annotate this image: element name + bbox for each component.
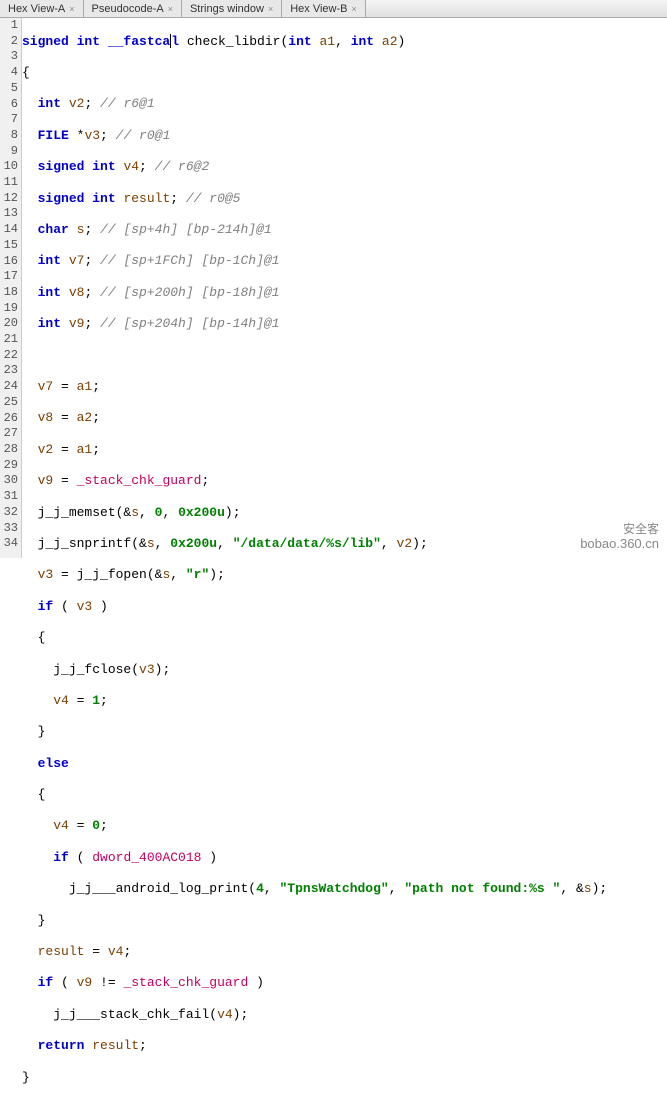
watermark-url: bobao.360.cn bbox=[580, 536, 659, 552]
close-icon[interactable]: × bbox=[168, 4, 173, 14]
line-number: 10 bbox=[0, 159, 18, 175]
code-line: int v9; // [sp+204h] [bp-14h]@1 bbox=[22, 316, 667, 332]
line-number: 7 bbox=[0, 112, 18, 128]
code-line: signed int __fastcal check_libdir(int a1… bbox=[22, 34, 667, 50]
line-number: 4 bbox=[0, 65, 18, 81]
line-number: 22 bbox=[0, 348, 18, 364]
code-line: j_j___android_log_print(4, "TpnsWatchdog… bbox=[22, 881, 667, 897]
tab-label: Pseudocode-A bbox=[92, 3, 164, 15]
line-number: 9 bbox=[0, 144, 18, 160]
code-line: v4 = 1; bbox=[22, 693, 667, 709]
line-number: 23 bbox=[0, 363, 18, 379]
line-number-gutter: 1234567891011121314151617181920212223242… bbox=[0, 18, 22, 558]
tab-hex-a[interactable]: Hex View-A × bbox=[0, 0, 84, 17]
text-caret bbox=[170, 34, 171, 48]
code-line: v8 = a2; bbox=[22, 410, 667, 426]
code-line: { bbox=[22, 630, 667, 646]
line-number: 28 bbox=[0, 442, 18, 458]
line-number: 29 bbox=[0, 458, 18, 474]
tab-hex-b[interactable]: Hex View-B × bbox=[282, 0, 366, 17]
watermark: 安全客 bobao.360.cn bbox=[580, 522, 659, 552]
line-number: 14 bbox=[0, 222, 18, 238]
line-number: 30 bbox=[0, 473, 18, 489]
line-number: 15 bbox=[0, 238, 18, 254]
code-line: signed int v4; // r6@2 bbox=[22, 159, 667, 175]
code-line: { bbox=[22, 787, 667, 803]
code-line: if ( v9 != _stack_chk_guard ) bbox=[22, 975, 667, 991]
line-number: 13 bbox=[0, 206, 18, 222]
code-line: v3 = j_j_fopen(&s, "r"); bbox=[22, 567, 667, 583]
line-number: 32 bbox=[0, 505, 18, 521]
line-number: 25 bbox=[0, 395, 18, 411]
line-number: 2 bbox=[0, 34, 18, 50]
close-icon[interactable]: × bbox=[351, 4, 356, 14]
line-number: 31 bbox=[0, 489, 18, 505]
code-editor[interactable]: signed int __fastcal check_libdir(int a1… bbox=[22, 18, 667, 558]
line-number: 3 bbox=[0, 49, 18, 65]
tab-pseudocode-a[interactable]: Pseudocode-A × bbox=[84, 0, 182, 17]
code-line: } bbox=[22, 913, 667, 929]
code-line: v4 = 0; bbox=[22, 818, 667, 834]
line-number: 34 bbox=[0, 536, 18, 552]
line-number: 19 bbox=[0, 301, 18, 317]
code-line: j_j_fclose(v3); bbox=[22, 662, 667, 678]
line-number: 21 bbox=[0, 332, 18, 348]
close-icon[interactable]: × bbox=[268, 4, 273, 14]
line-number: 18 bbox=[0, 285, 18, 301]
code-line: int v2; // r6@1 bbox=[22, 96, 667, 112]
tab-strings[interactable]: Strings window × bbox=[182, 0, 282, 17]
watermark-text: 安全客 bbox=[580, 522, 659, 536]
code-line: return result; bbox=[22, 1038, 667, 1054]
code-line: } bbox=[22, 1070, 667, 1086]
code-line: result = v4; bbox=[22, 944, 667, 960]
line-number: 33 bbox=[0, 521, 18, 537]
line-number: 26 bbox=[0, 411, 18, 427]
line-number: 27 bbox=[0, 426, 18, 442]
tab-label: Strings window bbox=[190, 3, 264, 15]
code-line: j_j___stack_chk_fail(v4); bbox=[22, 1007, 667, 1023]
line-number: 8 bbox=[0, 128, 18, 144]
code-line: int v8; // [sp+200h] [bp-18h]@1 bbox=[22, 285, 667, 301]
code-line: FILE *v3; // r0@1 bbox=[22, 128, 667, 144]
line-number: 17 bbox=[0, 269, 18, 285]
code-line bbox=[22, 348, 667, 364]
line-number: 12 bbox=[0, 191, 18, 207]
code-line: } bbox=[22, 724, 667, 740]
tab-bar: Hex View-A × Pseudocode-A × Strings window… bbox=[0, 0, 667, 18]
tab-label: Hex View-B bbox=[290, 3, 347, 15]
line-number: 16 bbox=[0, 254, 18, 270]
code-line: else bbox=[22, 756, 667, 772]
line-number: 20 bbox=[0, 316, 18, 332]
line-number: 1 bbox=[0, 18, 18, 34]
code-line: { bbox=[22, 65, 667, 81]
line-number: 11 bbox=[0, 175, 18, 191]
code-line: char s; // [sp+4h] [bp-214h]@1 bbox=[22, 222, 667, 238]
code-line: if ( dword_400AC018 ) bbox=[22, 850, 667, 866]
code-line: v7 = a1; bbox=[22, 379, 667, 395]
code-line: v2 = a1; bbox=[22, 442, 667, 458]
line-number: 5 bbox=[0, 81, 18, 97]
code-line: j_j_snprintf(&s, 0x200u, "/data/data/%s/… bbox=[22, 536, 667, 552]
tab-label: Hex View-A bbox=[8, 3, 65, 15]
line-number: 6 bbox=[0, 97, 18, 113]
line-number: 24 bbox=[0, 379, 18, 395]
code-line: v9 = _stack_chk_guard; bbox=[22, 473, 667, 489]
code-line: if ( v3 ) bbox=[22, 599, 667, 615]
code-line: j_j_memset(&s, 0, 0x200u); bbox=[22, 505, 667, 521]
code-line: signed int result; // r0@5 bbox=[22, 191, 667, 207]
code-line: int v7; // [sp+1FCh] [bp-1Ch]@1 bbox=[22, 253, 667, 269]
close-icon[interactable]: × bbox=[69, 4, 74, 14]
